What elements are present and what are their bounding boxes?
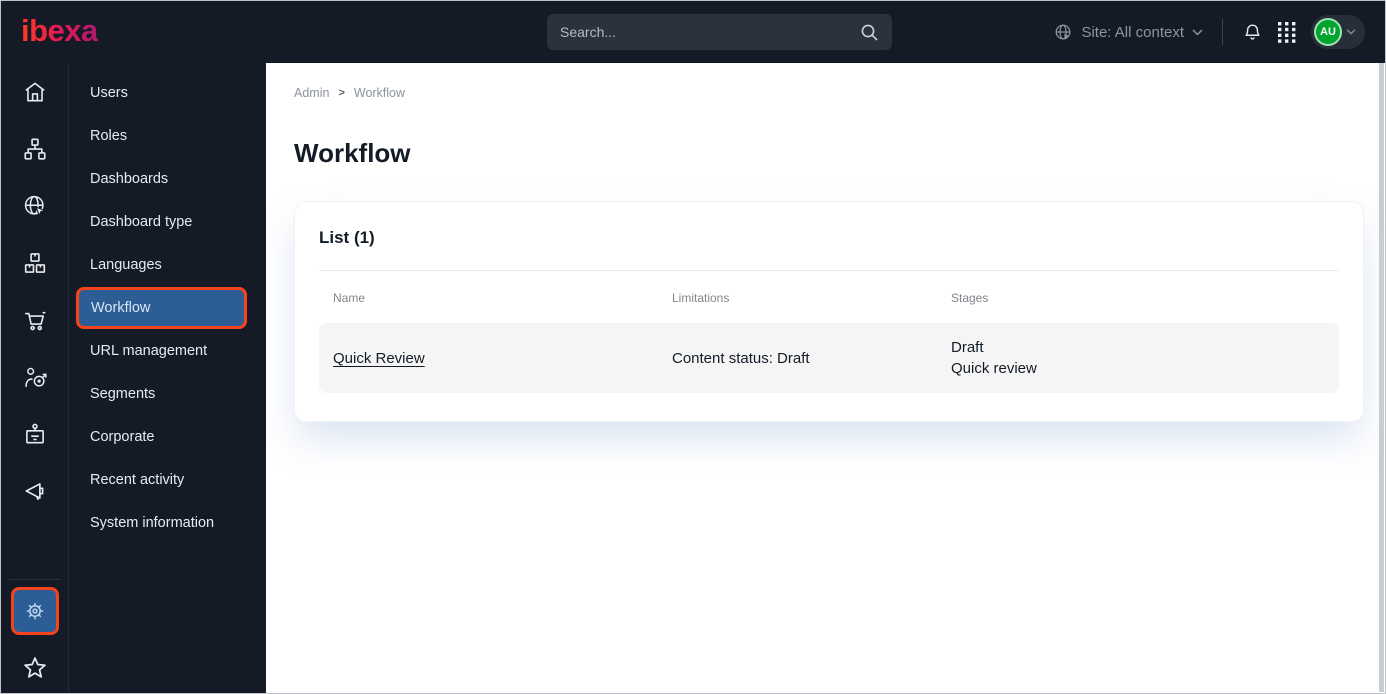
workflow-list-card: List (1) Name Limitations Stages Quick R… [294, 201, 1364, 422]
app-switcher-grid-icon[interactable] [1278, 21, 1296, 43]
chevron-down-icon [1346, 29, 1356, 35]
user-menu[interactable]: AU [1311, 15, 1365, 49]
search-icon[interactable] [860, 23, 879, 42]
column-header-stages: Stages [951, 291, 989, 305]
topbar: ibexa Site: All context [1, 1, 1385, 63]
marketing-megaphone-icon[interactable] [1, 462, 69, 519]
sidebar-item-languages[interactable]: Languages [69, 243, 266, 286]
sidebar-item-segments[interactable]: Segments [69, 372, 266, 415]
admin-sidebar-menu: Users Roles Dashboards Dashboard type La… [69, 63, 266, 693]
column-header-name: Name [333, 291, 366, 305]
main-content: Admin > Workflow Workflow List (1) Name … [266, 63, 1385, 693]
table-row: Quick Review Content status: Draft Draft… [319, 323, 1339, 393]
personalization-target-icon[interactable] [1, 348, 69, 405]
sidebar-item-url-management[interactable]: URL management [69, 329, 266, 372]
column-header-limitations: Limitations [672, 291, 730, 305]
notifications-bell-icon[interactable] [1242, 21, 1263, 43]
ibexa-logo[interactable]: ibexa [21, 15, 98, 50]
sidebar-item-dashboards[interactable]: Dashboards [69, 157, 266, 200]
workflow-stages-cell: Draft Quick review [937, 337, 1339, 379]
site-globe-icon[interactable] [1, 177, 69, 234]
content-tree-icon[interactable] [1, 120, 69, 177]
avatar: AU [1314, 18, 1342, 46]
home-icon[interactable] [1, 63, 69, 120]
topbar-right-cluster: Site: All context AU [1054, 15, 1365, 49]
list-card-title: List (1) [319, 228, 375, 247]
sidebar-item-workflow[interactable]: Workflow [76, 286, 247, 329]
globe-icon [1054, 23, 1073, 42]
workflow-limitations-cell: Content status: Draft [672, 349, 810, 367]
table-header-row: Name Limitations Stages [319, 291, 1339, 305]
sidebar-item-recent-activity[interactable]: Recent activity [69, 458, 266, 501]
global-search[interactable] [547, 14, 892, 50]
sidebar-item-roles[interactable]: Roles [69, 114, 266, 157]
breadcrumb: Admin > Workflow [294, 86, 1385, 100]
sidebar-item-corporate[interactable]: Corporate [69, 415, 266, 458]
stage-item: Quick review [951, 360, 1037, 377]
admin-gear-button[interactable] [11, 587, 59, 635]
rail-divider [9, 579, 60, 580]
breadcrumb-current: Workflow [353, 86, 406, 100]
breadcrumb-separator: > [338, 87, 345, 99]
page-title: Workflow [294, 138, 411, 168]
commerce-cart-icon[interactable] [1, 291, 69, 348]
corporate-badge-icon[interactable] [1, 405, 69, 462]
sidebar-item-dashboard-type[interactable]: Dashboard type [69, 200, 266, 243]
search-input[interactable] [560, 24, 860, 40]
sidebar-item-workflow-wrap: Workflow [69, 286, 266, 329]
sidebar-item-users[interactable]: Users [69, 71, 266, 114]
workflow-name-link[interactable]: Quick Review [333, 350, 425, 367]
chevron-down-icon [1192, 28, 1203, 36]
site-context-label: Site: All context [1081, 23, 1184, 41]
vertical-scrollbar[interactable] [1379, 63, 1384, 692]
sidebar-item-system-information[interactable]: System information [69, 501, 266, 544]
card-divider [319, 270, 1339, 271]
products-boxes-icon[interactable] [1, 234, 69, 291]
app-window: ibexa Site: All context [0, 0, 1386, 694]
icon-rail [1, 63, 69, 693]
gear-icon [23, 599, 47, 623]
breadcrumb-admin[interactable]: Admin [294, 86, 329, 100]
site-context-selector[interactable]: Site: All context [1054, 23, 1203, 42]
topbar-divider [1222, 19, 1223, 45]
bookmarks-star-icon[interactable] [1, 641, 69, 693]
stage-item: Draft [951, 339, 984, 356]
